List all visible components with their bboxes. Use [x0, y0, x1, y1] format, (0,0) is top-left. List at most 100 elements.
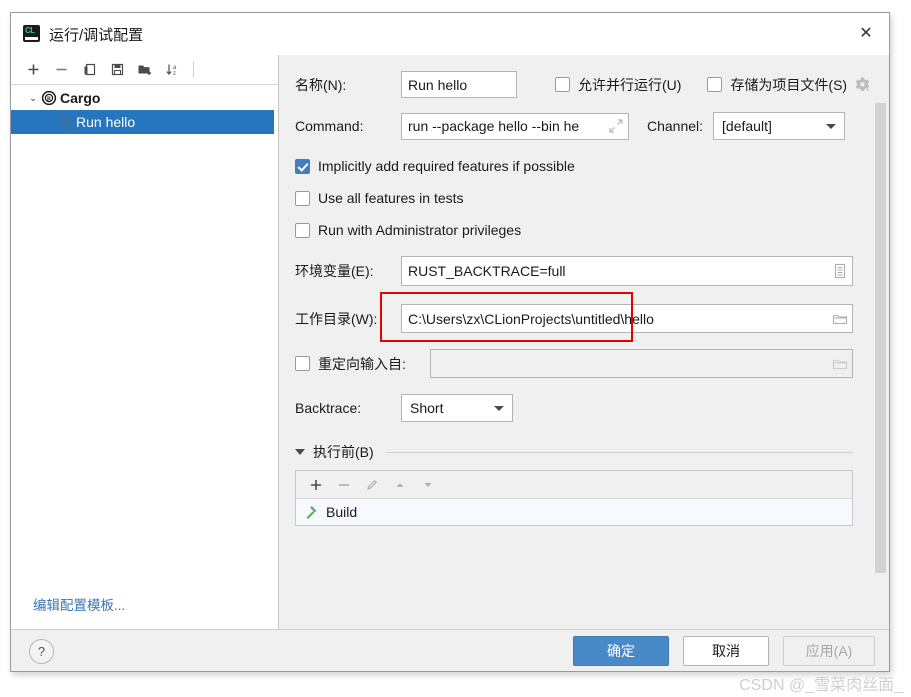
move-into-folder-button[interactable] — [131, 57, 159, 83]
backtrace-label: Backtrace: — [295, 400, 362, 416]
store-as-project-file-label[interactable]: 存储为项目文件(S) — [730, 75, 847, 95]
sort-az-icon: a z — [166, 64, 177, 77]
implicit-features-checkbox[interactable] — [295, 158, 310, 174]
help-button[interactable]: ? — [29, 639, 54, 664]
redirect-input-row: 重定向输入自: — [295, 349, 853, 378]
before-launch-section: 执行前(B) Build — [295, 442, 853, 526]
environment-variables-row: 环境变量(E): — [295, 256, 853, 286]
backtrace-select[interactable]: Short — [401, 394, 513, 422]
environment-variables-label: 环境变量(E): — [295, 263, 374, 279]
apply-button[interactable]: 应用(A) — [783, 636, 875, 666]
folder-icon — [832, 359, 848, 369]
redirect-input-label[interactable]: 重定向输入自: — [318, 354, 430, 374]
screenshot-root: CL 运行/调试配置 ✕ a z ⌄ R Cargo R Run hello 编… — [0, 0, 911, 697]
all-features-tests-checkbox[interactable] — [295, 190, 310, 206]
redirect-input-checkbox[interactable] — [295, 356, 310, 371]
command-input[interactable] — [401, 112, 629, 140]
svg-text:R: R — [47, 97, 52, 103]
before-launch-toolbar — [296, 471, 852, 499]
chevron-down-icon — [826, 123, 837, 129]
sidebar-item-run-hello[interactable]: R Run hello — [11, 110, 274, 134]
all-features-tests-label[interactable]: Use all features in tests — [318, 190, 464, 206]
before-launch-task-list: Build — [295, 470, 853, 526]
edit-configuration-templates-link[interactable]: 编辑配置模板... — [33, 594, 125, 614]
allow-parallel-run-checkbox[interactable] — [555, 77, 570, 92]
clion-icon: CL — [23, 25, 40, 42]
save-icon — [111, 63, 123, 76]
tree-toolbar: a z — [11, 55, 278, 85]
working-directory-input[interactable] — [401, 304, 853, 333]
sort-configurations-button[interactable]: a z — [159, 57, 187, 83]
run-debug-configurations-dialog: CL 运行/调试配置 ✕ a z ⌄ R Cargo R Run hello 编… — [10, 12, 890, 672]
chevron-down-icon — [494, 405, 504, 411]
name-label: 名称(N): — [295, 76, 347, 93]
chevron-down-icon[interactable] — [295, 449, 305, 455]
working-directory-label: 工作目录(W): — [295, 310, 378, 327]
name-input[interactable] — [401, 71, 517, 98]
copy-configuration-button[interactable] — [75, 57, 103, 83]
dialog-footer: ? 确定 取消 应用(A) — [11, 629, 889, 671]
plus-icon — [311, 479, 321, 490]
configuration-settings-panel: 名称(N): 允许并行运行(U) 存储为项目文件(S) — [279, 55, 889, 630]
plus-icon — [28, 64, 38, 75]
redirect-input-field[interactable] — [430, 349, 853, 378]
task-label: Build — [326, 504, 358, 520]
folder-add-icon — [138, 65, 151, 75]
expand-icon[interactable] — [608, 118, 624, 134]
working-directory-row: 工作目录(W): — [295, 304, 853, 333]
settings-scrollbar[interactable] — [875, 57, 886, 628]
add-task-button[interactable] — [302, 472, 330, 498]
hammer-icon — [306, 505, 317, 519]
administrator-row: Run with Administrator privileges — [295, 222, 853, 238]
remove-task-button[interactable] — [330, 472, 358, 498]
copy-icon — [84, 63, 95, 76]
environment-variables-input[interactable] — [401, 256, 853, 286]
channel-select[interactable]: [default] — [713, 112, 846, 140]
svg-text:z: z — [173, 71, 176, 77]
section-divider — [385, 451, 853, 453]
pencil-icon — [367, 479, 378, 490]
add-configuration-button[interactable] — [19, 57, 47, 83]
move-task-up-button[interactable] — [386, 472, 414, 498]
toolbar-divider — [193, 61, 194, 78]
dialog-titlebar: CL 运行/调试配置 ✕ — [11, 13, 889, 55]
tree-group-cargo[interactable]: ⌄ R Cargo — [11, 86, 278, 110]
before-launch-title: 执行前(B) — [313, 444, 374, 460]
edit-task-button[interactable] — [358, 472, 386, 498]
minus-icon — [339, 483, 349, 486]
list-item[interactable]: Build — [296, 499, 852, 525]
implicit-features-row: Implicitly add required features if poss… — [295, 158, 853, 174]
chevron-down-icon[interactable]: ⌄ — [25, 93, 41, 104]
allow-parallel-run-label[interactable]: 允许并行运行(U) — [578, 75, 681, 95]
close-icon[interactable]: ✕ — [843, 13, 889, 54]
command-row: Command: Channel: [default] — [295, 112, 853, 140]
save-configuration-button[interactable] — [103, 57, 131, 83]
store-as-project-file-checkbox[interactable] — [707, 77, 723, 92]
folder-icon[interactable] — [832, 311, 848, 327]
remove-configuration-button[interactable] — [47, 57, 75, 83]
watermark: CSDN @_雪菜肉丝面_ — [739, 677, 903, 694]
env-list-icon[interactable] — [832, 263, 848, 279]
configurations-tree-panel: a z ⌄ R Cargo R Run hello 编辑配置模板... — [11, 55, 279, 630]
tree-item-label: Run hello — [76, 114, 136, 130]
backtrace-value: Short — [410, 400, 444, 416]
cancel-button[interactable]: 取消 — [683, 636, 769, 666]
implicit-features-label[interactable]: Implicitly add required features if poss… — [318, 158, 575, 174]
move-task-down-button[interactable] — [414, 472, 442, 498]
channel-value: [default] — [722, 118, 772, 134]
name-row: 名称(N): 允许并行运行(U) 存储为项目文件(S) — [295, 71, 870, 98]
before-launch-header[interactable]: 执行前(B) — [295, 442, 853, 462]
administrator-label[interactable]: Run with Administrator privileges — [318, 222, 521, 238]
gear-icon[interactable] — [854, 76, 871, 93]
configurations-tree: ⌄ R Cargo R Run hello — [11, 86, 278, 582]
ok-button[interactable]: 确定 — [573, 636, 669, 666]
minus-icon — [56, 68, 66, 71]
scrollbar-thumb[interactable] — [875, 103, 886, 573]
all-features-tests-row: Use all features in tests — [295, 190, 853, 206]
svg-text:R: R — [63, 121, 68, 127]
backtrace-row: Backtrace: Short — [295, 394, 853, 422]
tree-group-label: Cargo — [60, 90, 101, 106]
administrator-checkbox[interactable] — [295, 222, 310, 238]
dialog-title: 运行/调试配置 — [49, 27, 144, 44]
channel-label: Channel: — [647, 118, 704, 134]
